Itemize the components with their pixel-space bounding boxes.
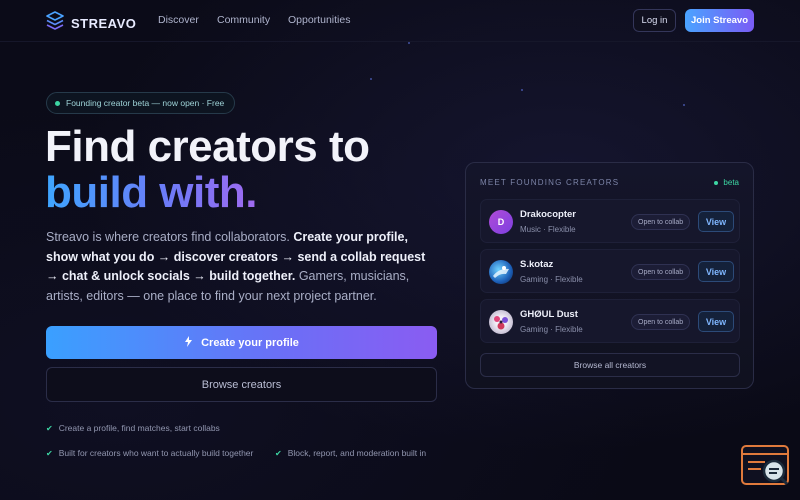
hero-description: Streavo is where creators find collabora… — [46, 228, 426, 306]
browse-all-creators-button[interactable]: Browse all creators — [480, 353, 740, 377]
creator-meta: Gaming · Flexible — [520, 275, 583, 284]
feature-text: Built for creators who want to actually … — [58, 448, 254, 458]
logo-text: STREAVO — [71, 16, 137, 31]
avatar-initial: D — [497, 217, 505, 227]
check-icon: ✔ — [46, 423, 53, 433]
nav-link-discover[interactable]: Discover — [158, 14, 199, 26]
feature-check: ✔ Create a profile, find matches, start … — [46, 423, 220, 433]
avatar — [489, 310, 513, 334]
beta-badge: Founding creator beta — now open · Free — [46, 92, 236, 114]
chat-search-icon[interactable] — [741, 445, 791, 487]
description-intro: Streavo is where creators find collabora… — [46, 230, 294, 244]
nav-link-opportunities[interactable]: Opportunities — [288, 14, 350, 26]
create-profile-button[interactable]: Create your profile — [46, 326, 437, 359]
avatar-image — [493, 266, 509, 278]
top-nav: STREAVO Discover Community Opportunities… — [0, 0, 800, 42]
star-decoration — [370, 78, 372, 80]
creator-name: GHØUL Dust — [520, 309, 578, 320]
avatar: D — [489, 210, 513, 234]
headline-line-2: build with. — [45, 168, 258, 217]
avatar — [489, 260, 513, 284]
view-button[interactable]: View — [698, 211, 734, 232]
creator-row[interactable]: D Drakocopter Music · Flexible Open to c… — [480, 199, 740, 243]
check-icon: ✔ — [275, 448, 282, 458]
nav-link-community[interactable]: Community — [217, 14, 270, 26]
feature-text: Block, report, and moderation built in — [287, 448, 427, 458]
status-dot — [714, 180, 719, 185]
status-badge: Open to collab — [631, 264, 691, 280]
headline-line-1: Find creators to — [45, 122, 370, 171]
creator-row[interactable]: GHØUL Dust Gaming · Flexible Open to col… — [480, 299, 740, 343]
stacked-layers-icon — [46, 11, 64, 36]
logo[interactable]: STREAVO — [46, 11, 136, 36]
landing-page: STREAVO Discover Community Opportunities… — [0, 0, 800, 500]
star-decoration — [521, 89, 523, 91]
status-dot — [55, 100, 60, 106]
check-icon: ✔ — [46, 448, 53, 458]
card-title: MEET FOUNDING CREATORS — [480, 178, 620, 187]
beta-indicator-text: beta — [723, 178, 739, 187]
founding-creators-card: MEET FOUNDING CREATORS beta D Drakocopte… — [465, 162, 754, 389]
star-decoration — [408, 42, 410, 44]
status-badge: Open to collab — [631, 214, 691, 230]
feature-check: ✔ Block, report, and moderation built in — [275, 448, 426, 458]
creator-name: S.kotaz — [520, 259, 554, 270]
beta-badge-text: Founding creator beta — now open · Free — [66, 98, 225, 108]
creator-meta: Music · Flexible — [520, 225, 576, 234]
view-button[interactable]: View — [698, 311, 734, 332]
star-decoration — [683, 104, 685, 106]
avatar-image — [494, 316, 508, 330]
view-button[interactable]: View — [698, 261, 734, 282]
beta-indicator: beta — [714, 178, 739, 187]
browse-creators-button[interactable]: Browse creators — [46, 367, 437, 402]
lightning-icon — [184, 335, 193, 350]
creator-name: Drakocopter — [520, 209, 576, 220]
feature-text: Create a profile, find matches, start co… — [58, 423, 220, 433]
creator-meta: Gaming · Flexible — [520, 325, 583, 334]
login-button[interactable]: Log in — [633, 9, 676, 32]
join-button[interactable]: Join Streavo — [685, 9, 754, 32]
feature-check: ✔ Built for creators who want to actuall… — [46, 448, 253, 458]
status-badge: Open to collab — [631, 314, 691, 330]
creator-row[interactable]: S.kotaz Gaming · Flexible Open to collab… — [480, 249, 740, 293]
create-profile-label: Create your profile — [201, 336, 299, 349]
